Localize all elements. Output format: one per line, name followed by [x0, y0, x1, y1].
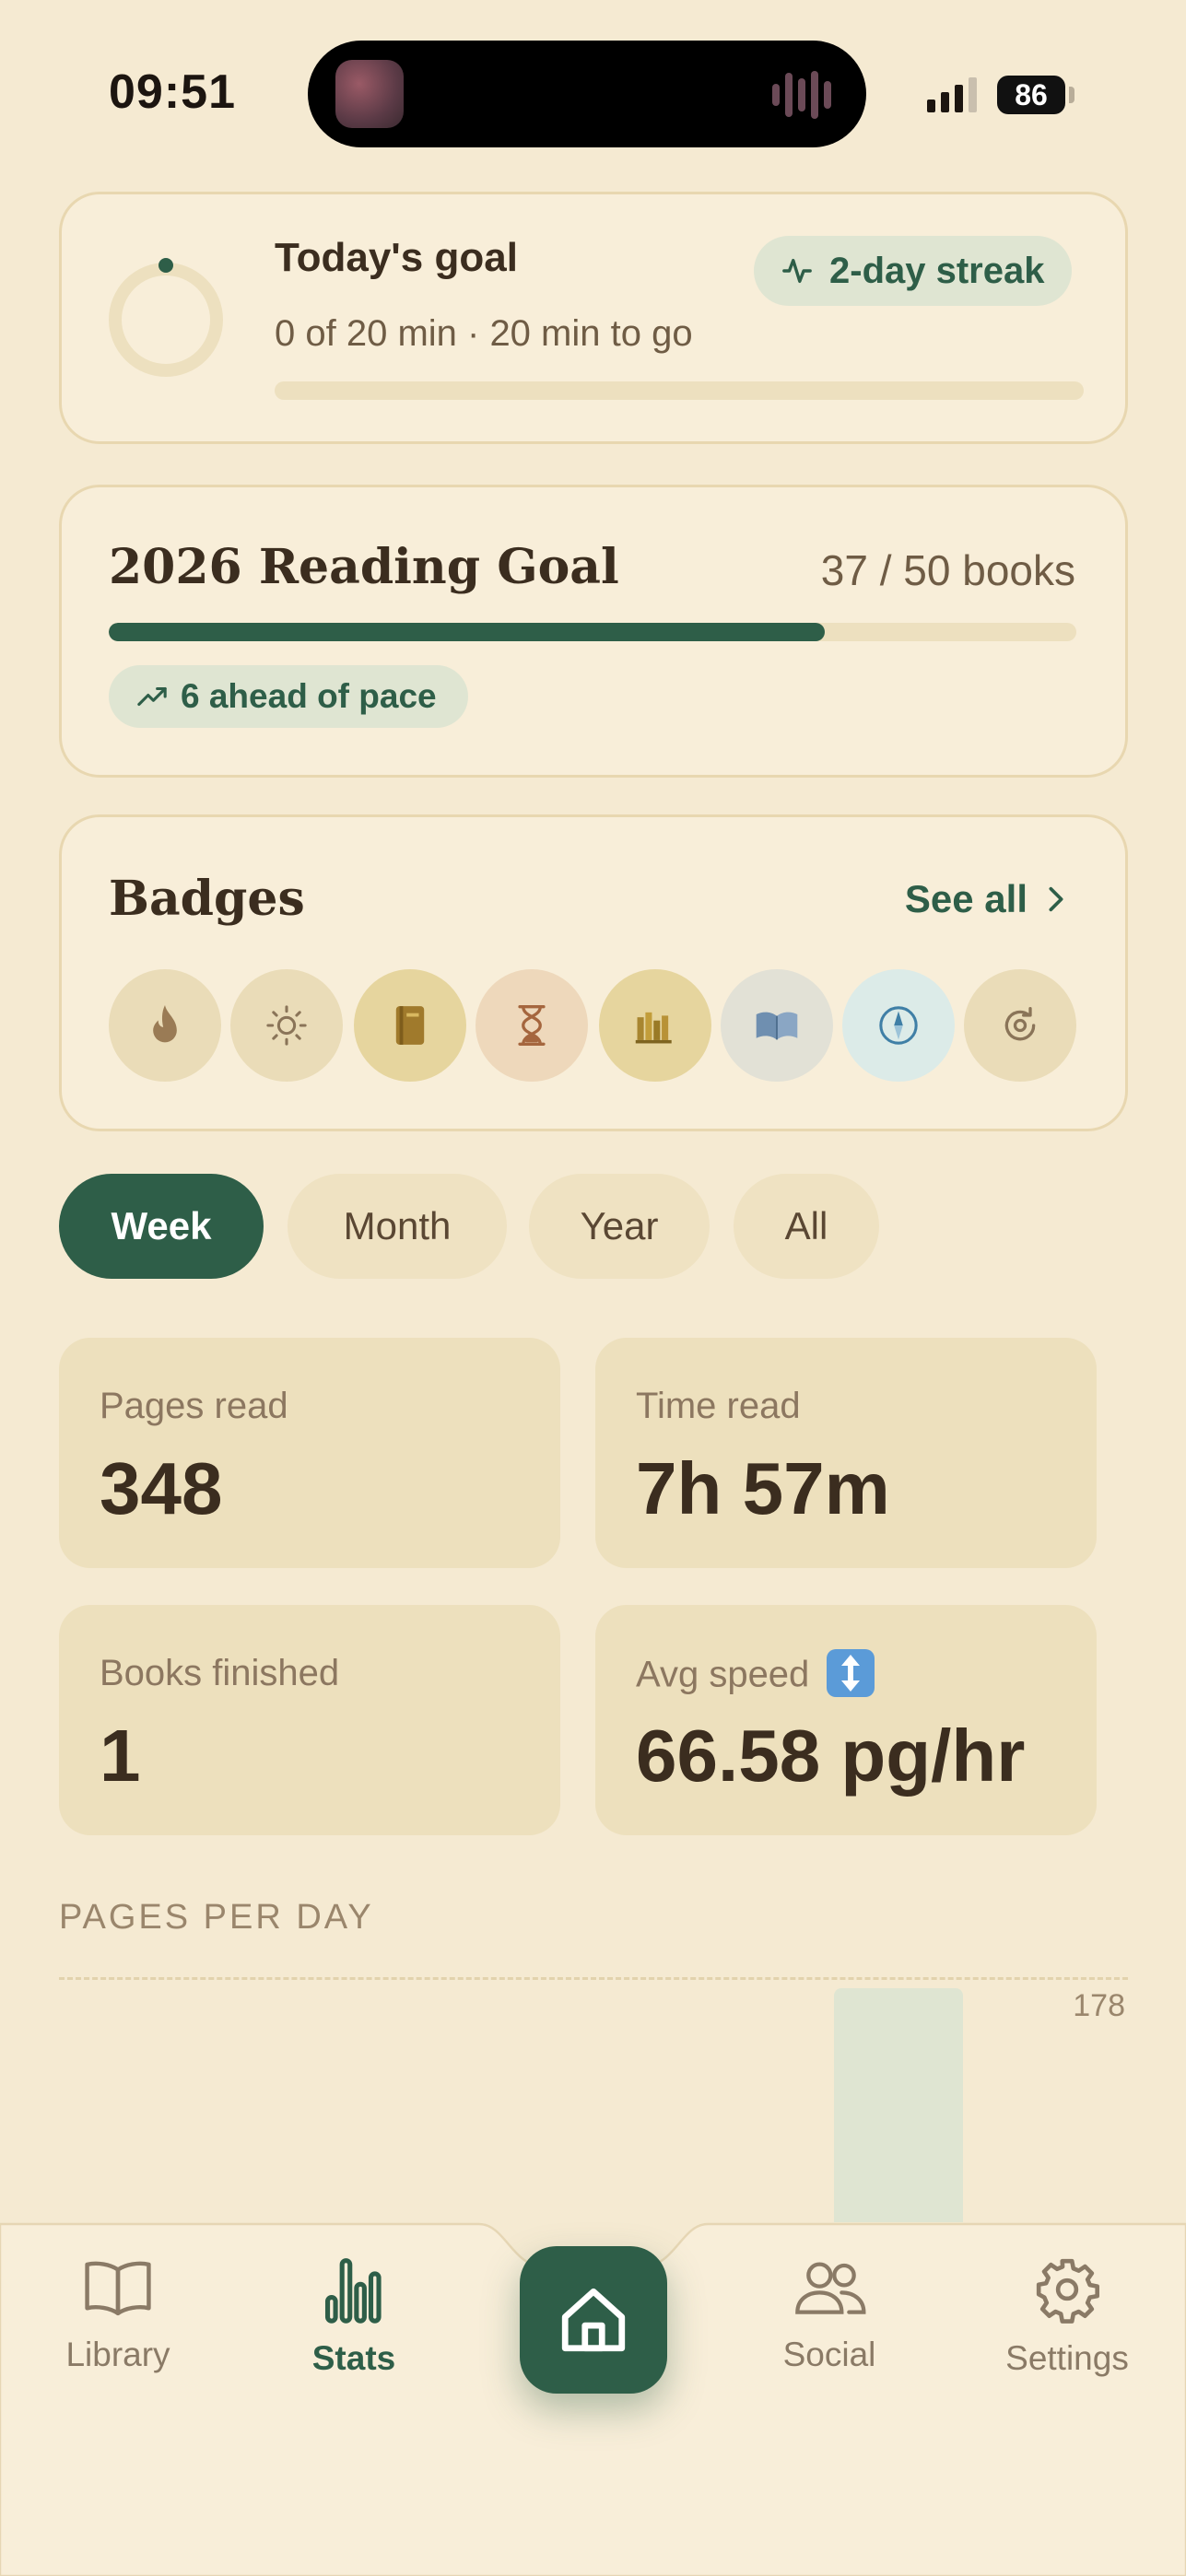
up-down-arrow-icon[interactable] [827, 1649, 875, 1697]
filter-year[interactable]: Year [529, 1174, 710, 1279]
badge-book[interactable] [354, 969, 466, 1082]
stat-value: 1 [100, 1715, 141, 1797]
now-playing-artwork [335, 60, 404, 128]
chevron-right-icon [1049, 886, 1063, 912]
badge-flame[interactable] [109, 969, 221, 1082]
today-goal-subtitle: 0 of 20 min · 20 min to go [275, 313, 693, 354]
activity-icon [782, 258, 812, 284]
badge-sun[interactable] [230, 969, 343, 1082]
today-goal-title: Today's goal [275, 235, 518, 280]
trending-up-icon [137, 686, 167, 707]
sun-icon [266, 1005, 307, 1046]
status-time: 09:51 [109, 65, 236, 119]
compass-icon [879, 1006, 918, 1045]
chart-title: PAGES PER DAY [59, 1898, 374, 1937]
nav-stats-label: Stats [311, 2339, 396, 2377]
badge-hourglass[interactable] [476, 969, 588, 1082]
badge-open-book[interactable] [721, 969, 833, 1082]
pace-label: 6 ahead of pace [181, 677, 437, 715]
nav-library[interactable]: Library [17, 2255, 219, 2374]
nav-social-label: Social [782, 2336, 876, 2373]
nav-social[interactable]: Social [728, 2255, 931, 2374]
books-shelf-icon [635, 1012, 672, 1044]
hourglass-icon [518, 1005, 546, 1046]
chart-bars [59, 1977, 1128, 2222]
filter-month[interactable]: Month [288, 1174, 507, 1279]
stat-value: 66.58 pg/hr [636, 1715, 1026, 1797]
streak-badge[interactable]: 2-day streak [754, 236, 1073, 306]
stat-time-read: Time read 7h 57m [595, 1338, 1097, 1568]
nav-settings-label: Settings [1005, 2339, 1129, 2377]
nav-settings[interactable]: Settings [966, 2255, 1168, 2378]
pace-badge: 6 ahead of pace [109, 665, 468, 728]
home-button[interactable] [520, 2246, 667, 2394]
filter-all[interactable]: All [734, 1174, 879, 1279]
battery-indicator: 86 [997, 76, 1065, 114]
today-goal-bar [275, 381, 1084, 400]
refresh-icon [1004, 1007, 1036, 1041]
audio-waveform-icon [772, 71, 839, 119]
battery-tip [1069, 87, 1074, 103]
stat-pages-read: Pages read 348 [59, 1338, 560, 1568]
reading-goal-bar-fill [109, 623, 825, 641]
nav-stats[interactable]: Stats [252, 2255, 455, 2378]
stat-label: Time read [636, 1386, 801, 1426]
badge-compass[interactable] [842, 969, 955, 1082]
stat-label: Books finished [100, 1653, 340, 1693]
gear-icon [1036, 2258, 1099, 2324]
badge-refresh[interactable] [964, 969, 1076, 1082]
see-all-label: See all [904, 877, 1027, 920]
dynamic-island [308, 41, 866, 147]
chart-bar[interactable] [834, 1988, 964, 2222]
nav-library-label: Library [65, 2336, 170, 2373]
goal-progress-ring [109, 263, 223, 377]
home-icon [561, 2288, 626, 2352]
cellular-signal-icon [927, 77, 977, 112]
stat-books-finished: Books finished 1 [59, 1605, 560, 1835]
see-all-badges-link[interactable]: See all [905, 877, 1068, 921]
book-icon [395, 1006, 425, 1045]
reading-goal-bar [109, 623, 1076, 641]
stat-value: 7h 57m [636, 1447, 890, 1529]
stat-value: 348 [100, 1447, 223, 1529]
reading-goal-count: 37 / 50 books [820, 546, 1075, 594]
stat-label-row: Avg speed [636, 1649, 875, 1701]
stat-label: Avg speed [636, 1654, 810, 1695]
open-book-icon [756, 1012, 798, 1040]
stat-avg-speed[interactable]: Avg speed 66.58 pg/hr [595, 1605, 1097, 1835]
filter-week[interactable]: Week [59, 1174, 264, 1279]
stat-label: Pages read [100, 1386, 288, 1426]
badges-card [59, 814, 1128, 1131]
flame-icon [153, 1005, 177, 1043]
people-icon [795, 2262, 866, 2314]
library-book-icon [85, 2261, 151, 2316]
stats-bars-icon [324, 2258, 382, 2324]
reading-goal-title: 2026 Reading Goal [109, 539, 619, 595]
badges-title: Badges [109, 871, 305, 927]
streak-label: 2-day streak [829, 250, 1045, 291]
goal-progress-marker [159, 258, 173, 273]
badge-books[interactable] [599, 969, 711, 1082]
